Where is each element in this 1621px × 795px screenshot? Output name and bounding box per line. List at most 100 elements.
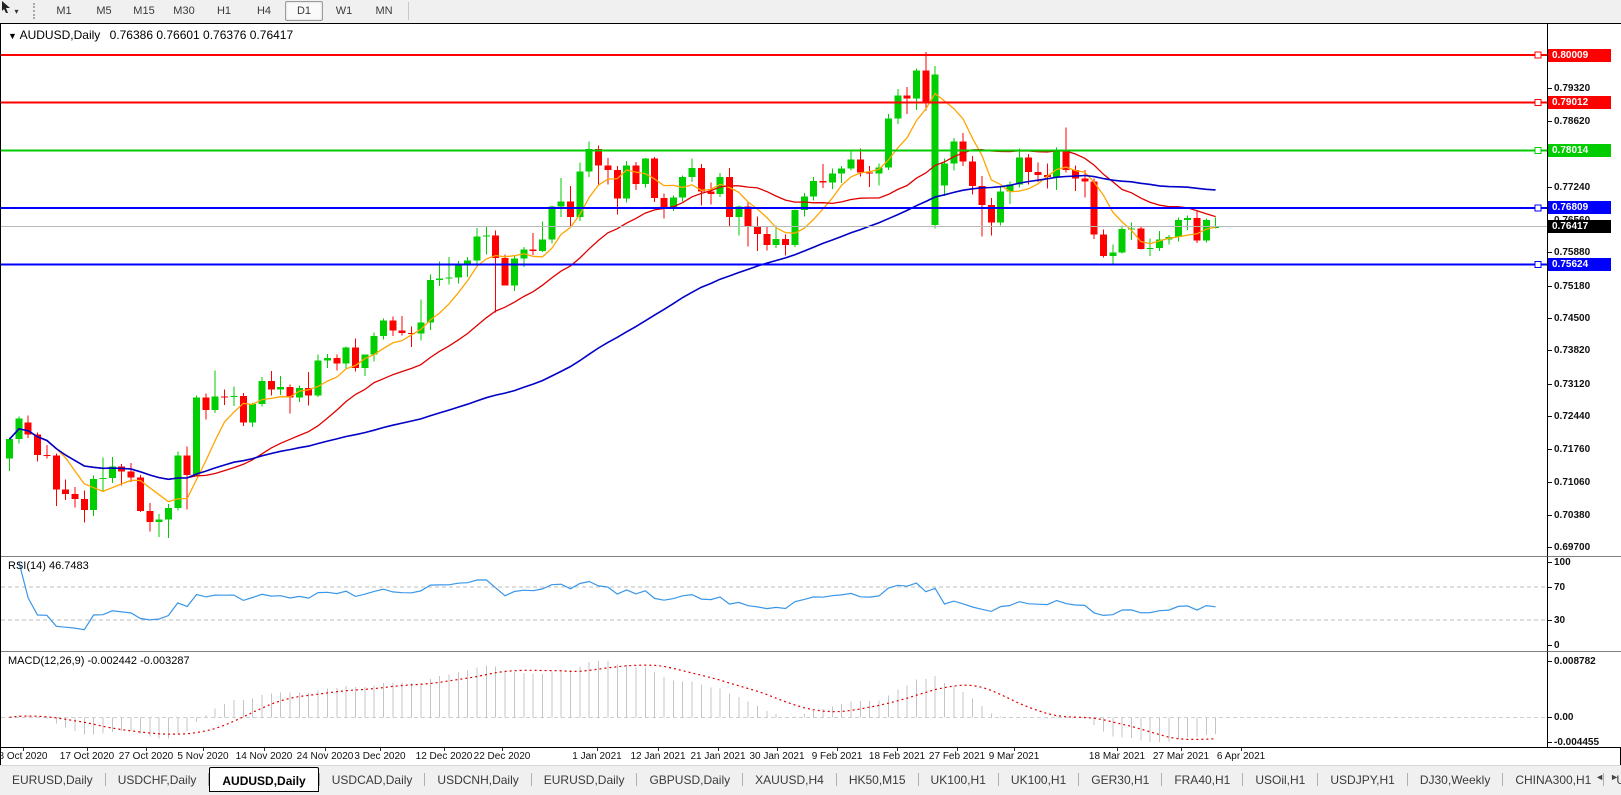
date-tick-label: 27 Oct 2020 <box>119 751 173 762</box>
date-tick-label: 12 Jan 2021 <box>630 751 685 762</box>
main-chart-canvas[interactable] <box>1 24 1547 556</box>
date-tick-label: 14 Nov 2020 <box>236 751 293 762</box>
timeframe-button-h4[interactable]: H4 <box>245 1 283 21</box>
chart-tab-usdchf-daily[interactable]: USDCHF,Daily <box>106 768 209 790</box>
chart-tab-fra40-h1[interactable]: FRA40,H1 <box>1162 768 1242 790</box>
date-tick-label: 5 Nov 2020 <box>177 751 228 762</box>
rsi-tick-label: 100 <box>1554 557 1571 568</box>
timeframe-button-w1[interactable]: W1 <box>325 1 363 21</box>
chart-tab-audusd-daily[interactable]: AUDUSD,Daily <box>209 767 318 792</box>
macd-tick-mark <box>1548 717 1552 718</box>
tab-scroll-right-icon[interactable]: ► <box>1610 772 1619 782</box>
chart-tab-china300-h1[interactable]: CHINA300,H1 <box>1503 768 1603 790</box>
rsi-pane[interactable]: RSI(14) 46.7483 <box>1 557 1547 652</box>
chart-window: ▼ AUDUSD,Daily 0.76386 0.76601 0.76376 0… <box>0 23 1621 766</box>
macd-canvas[interactable] <box>1 652 1547 747</box>
price-tick-mark <box>1548 121 1552 122</box>
toolbar-grip-handle[interactable] <box>33 3 38 19</box>
price-tick-label: 0.71060 <box>1554 477 1590 488</box>
timeframe-button-m15[interactable]: M15 <box>125 1 163 21</box>
chart-tab-dj30-weekly[interactable]: DJ30,Weekly <box>1408 768 1502 790</box>
price-tick-mark <box>1548 252 1552 253</box>
price-tick-label: 0.72440 <box>1554 411 1590 422</box>
date-tick-label: 27 Feb 2021 <box>929 751 985 762</box>
timeframe-toolbar: ▾ M1M5M15M30H1H4D1W1MN <box>0 0 1621 22</box>
price-tick-label: 0.73820 <box>1554 345 1590 356</box>
date-tick-label: 3 Dec 2020 <box>354 751 405 762</box>
rsi-axis[interactable]: 10070300 <box>1547 557 1621 652</box>
macd-pane[interactable]: MACD(12,26,9) -0.002442 -0.003287 <box>1 652 1547 748</box>
price-tick-label: 0.78620 <box>1554 116 1590 127</box>
tab-scroll-left-icon[interactable]: ◄ <box>1595 772 1604 782</box>
chart-tab-uk100-h1[interactable]: UK100,H1 <box>919 768 998 790</box>
price-level-badge: 0.79012 <box>1548 96 1611 109</box>
price-tick-label: 0.74500 <box>1554 313 1590 324</box>
macd-tick-label: -0.004455 <box>1554 737 1599 748</box>
price-level-badge: 0.76417 <box>1548 220 1611 233</box>
price-tick-mark <box>1548 350 1552 351</box>
chart-tabs: EURUSD,DailyUSDCHF,DailyAUDUSD,DailyUSDC… <box>0 768 1621 792</box>
chart-tab-usoil-h1[interactable]: USOil,H1 <box>1243 768 1317 790</box>
timeframe-button-d1[interactable]: D1 <box>285 1 323 21</box>
timeframe-button-m5[interactable]: M5 <box>85 1 123 21</box>
date-tick-label: 1 Jan 2021 <box>572 751 622 762</box>
cursor-dropdown-caret-icon[interactable]: ▾ <box>14 7 18 16</box>
price-level-badge: 0.76809 <box>1548 201 1611 214</box>
price-level-badge: 0.78014 <box>1548 144 1611 157</box>
price-tick-mark <box>1548 515 1552 516</box>
main-price-pane[interactable] <box>1 24 1547 557</box>
application-window: ▾ M1M5M15M30H1H4D1W1MN ▼ AUDUSD,Daily 0.… <box>0 0 1621 795</box>
timeframe-button-h1[interactable]: H1 <box>205 1 243 21</box>
chart-menu-caret-icon[interactable]: ▼ <box>8 31 17 41</box>
date-tick-label: 22 Dec 2020 <box>474 751 531 762</box>
macd-axis[interactable]: 0.008782 0.00 -0.004455 <box>1547 652 1621 748</box>
chart-tab-ger30-h1[interactable]: GER30,H1 <box>1079 768 1161 790</box>
date-axis[interactable]: 8 Oct 202017 Oct 202027 Oct 20205 Nov 20… <box>1 748 1620 764</box>
price-tick-mark <box>1548 384 1552 385</box>
date-tick-label: 18 Mar 2021 <box>1089 751 1145 762</box>
timeframe-button-mn[interactable]: MN <box>365 1 403 21</box>
chart-tab-usdcnh-daily[interactable]: USDCNH,Daily <box>425 768 530 790</box>
price-tick-mark <box>1548 482 1552 483</box>
price-tick-mark <box>1548 547 1552 548</box>
price-tick-mark <box>1548 286 1552 287</box>
rsi-tick-mark <box>1548 587 1552 588</box>
price-tick-label: 0.75180 <box>1554 281 1590 292</box>
chart-tab-gbpusd-daily[interactable]: GBPUSD,Daily <box>637 768 742 790</box>
price-axis[interactable]: 0.793200.786200.779400.772400.765600.758… <box>1547 24 1621 557</box>
chart-ohlc-values: 0.76386 0.76601 0.76376 0.76417 <box>110 28 294 42</box>
rsi-tick-label: 70 <box>1554 582 1565 593</box>
price-tick-label: 0.69700 <box>1554 542 1590 553</box>
date-tick-label: 21 Jan 2021 <box>690 751 745 762</box>
chart-tab-usdjpy-h1[interactable]: USDJPY,H1 <box>1318 768 1406 790</box>
price-tick-label: 0.71760 <box>1554 444 1590 455</box>
chart-tab-usdcad-daily[interactable]: USDCAD,Daily <box>320 768 425 790</box>
cursor-tool-button[interactable]: ▾ <box>3 2 29 20</box>
date-tick-label: 12 Dec 2020 <box>416 751 473 762</box>
price-tick-label: 0.77240 <box>1554 182 1590 193</box>
rsi-indicator-label: RSI(14) 46.7483 <box>8 560 89 572</box>
chart-tab-hk50-m15[interactable]: HK50,M15 <box>837 768 918 790</box>
macd-tick-label: 0.008782 <box>1554 656 1596 667</box>
date-tick-label: 9 Feb 2021 <box>812 751 863 762</box>
date-tick-label: 27 Mar 2021 <box>1153 751 1209 762</box>
chart-title: ▼ AUDUSD,Daily 0.76386 0.76601 0.76376 0… <box>8 28 293 42</box>
chart-tab-eurusd-daily[interactable]: EURUSD,Daily <box>0 768 105 790</box>
chart-tab-uk100-h1[interactable]: UK100,H1 <box>999 768 1078 790</box>
macd-tick-label: 0.00 <box>1554 712 1573 723</box>
cursor-icon <box>0 0 14 14</box>
timeframe-buttons: M1M5M15M30H1H4D1W1MN <box>44 1 404 21</box>
price-tick-mark <box>1548 449 1552 450</box>
rsi-tick-mark <box>1548 562 1552 563</box>
chart-symbol-label: AUDUSD,Daily <box>20 28 101 42</box>
date-tick-label: 30 Jan 2021 <box>749 751 804 762</box>
chart-tab-eurusd-daily[interactable]: EURUSD,Daily <box>532 768 637 790</box>
rsi-canvas[interactable] <box>1 557 1547 651</box>
macd-tick-mark <box>1548 742 1552 743</box>
rsi-tick-label: 30 <box>1554 615 1565 626</box>
price-tick-label: 0.73120 <box>1554 379 1590 390</box>
timeframe-button-m1[interactable]: M1 <box>45 1 83 21</box>
timeframe-button-m30[interactable]: M30 <box>165 1 203 21</box>
date-tick-label: 18 Feb 2021 <box>869 751 925 762</box>
chart-tab-xauusd-h4[interactable]: XAUUSD,H4 <box>743 768 836 790</box>
